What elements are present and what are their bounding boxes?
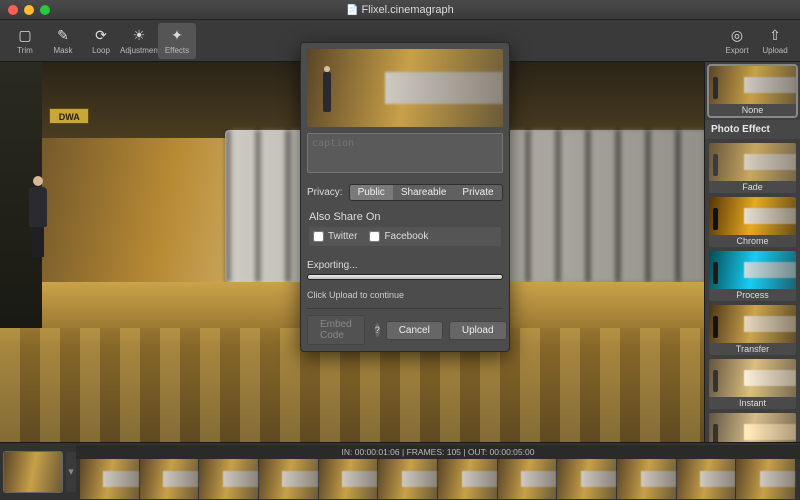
timeline-frame[interactable] xyxy=(438,459,497,499)
privacy-label: Privacy: xyxy=(307,187,343,198)
mask-tool-button[interactable]: ✎Mask xyxy=(44,23,82,59)
timeline-frame[interactable] xyxy=(557,459,616,499)
timeline-frame[interactable] xyxy=(319,459,378,499)
effect-transfer[interactable]: Transfer xyxy=(709,305,796,355)
adjustments-tool-button[interactable]: ☀Adjustments xyxy=(120,23,158,59)
privacy-option-private[interactable]: Private xyxy=(454,185,501,200)
effect-none[interactable]: None xyxy=(709,66,796,116)
timeline-frame[interactable] xyxy=(80,459,139,499)
export-tool-button[interactable]: ◎Export xyxy=(718,23,756,59)
privacy-segmented-control[interactable]: PublicShareablePrivate xyxy=(349,184,503,201)
upload-dialog: Privacy: PublicShareablePrivate Also Sha… xyxy=(300,42,510,352)
trim-tool-button[interactable]: ▢Trim xyxy=(6,23,44,59)
timeline-info: IN: 00:00:01:06 | FRAMES: 105 | OUT: 00:… xyxy=(76,445,800,459)
window-controls xyxy=(8,5,50,15)
scene-sign: DWA xyxy=(49,108,89,124)
effect-process[interactable]: Process xyxy=(709,251,796,301)
loop-icon: ⟳ xyxy=(82,26,120,44)
effect-sepia[interactable]: Sepia xyxy=(709,413,796,442)
effects-icon: ✦ xyxy=(158,26,196,44)
share-twitter-checkbox[interactable]: Twitter xyxy=(313,231,357,242)
effect-chrome[interactable]: Chrome xyxy=(709,197,796,247)
timeline-frame[interactable] xyxy=(498,459,557,499)
adjustments-icon: ☀ xyxy=(120,26,158,44)
timeline-frame[interactable] xyxy=(378,459,437,499)
privacy-option-public[interactable]: Public xyxy=(350,185,393,200)
cancel-button[interactable]: Cancel xyxy=(386,321,443,340)
share-facebook-checkbox[interactable]: Facebook xyxy=(369,231,428,242)
timeline-frame[interactable] xyxy=(736,459,795,499)
privacy-option-shareable[interactable]: Shareable xyxy=(393,185,455,200)
caption-input[interactable] xyxy=(307,133,503,173)
effect-instant[interactable]: Instant xyxy=(709,359,796,409)
embed-code-button: Embed Code xyxy=(307,315,365,345)
upload-tool-button[interactable]: ⇧Upload xyxy=(756,23,794,59)
upload-button[interactable]: Upload xyxy=(449,321,507,340)
timeline-frame[interactable] xyxy=(140,459,199,499)
upload-preview-thumb xyxy=(307,49,503,127)
timeline-frame[interactable] xyxy=(199,459,258,499)
timeline-bar: ▾ IN: 00:00:01:06 | FRAMES: 105 | OUT: 0… xyxy=(0,442,800,500)
minimize-window-button[interactable] xyxy=(24,5,34,15)
share-label: Also Share On xyxy=(309,211,501,223)
effects-sidebar[interactable]: None Photo Effect FadeChromeProcessTrans… xyxy=(704,62,800,442)
help-icon[interactable]: ? xyxy=(375,323,380,337)
export-progress-bar xyxy=(307,274,503,280)
loop-tool-button[interactable]: ⟳Loop xyxy=(82,23,120,59)
effects-tool-button[interactable]: ✦Effects xyxy=(158,23,196,59)
zoom-window-button[interactable] xyxy=(40,5,50,15)
timeline-frame[interactable] xyxy=(617,459,676,499)
trim-icon: ▢ xyxy=(6,26,44,44)
upload-icon: ⇧ xyxy=(756,26,794,44)
timeline-frame[interactable] xyxy=(259,459,318,499)
window-titlebar: Flixel.cinemagraph xyxy=(0,0,800,20)
effect-fade[interactable]: Fade xyxy=(709,143,796,193)
export-icon: ◎ xyxy=(718,26,756,44)
timeline-frame[interactable] xyxy=(677,459,736,499)
close-window-button[interactable] xyxy=(8,5,18,15)
upload-hint: Click Upload to continue xyxy=(307,290,503,300)
timeline-expand-button[interactable]: ▾ xyxy=(66,452,76,492)
export-progress-label: Exporting... xyxy=(307,260,503,271)
timeline-strip[interactable] xyxy=(76,459,800,499)
effects-section-photo: Photo Effect xyxy=(705,120,800,139)
mask-icon: ✎ xyxy=(44,26,82,44)
timeline-current-frame[interactable] xyxy=(4,452,62,492)
window-title: Flixel.cinemagraph xyxy=(0,4,800,16)
